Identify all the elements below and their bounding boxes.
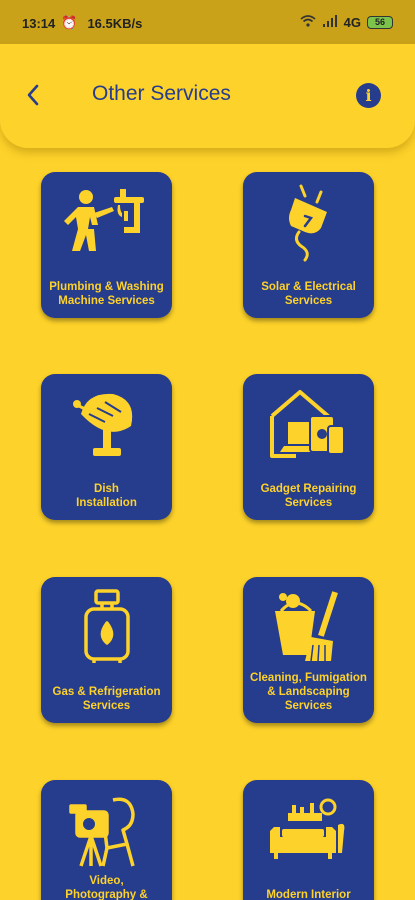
- service-card-solar-electrical[interactable]: Solar & Electrical Services: [243, 172, 374, 318]
- interior-sofa-icon: [243, 780, 374, 880]
- service-label: Dish Installation: [76, 483, 137, 509]
- service-label: Solar & Electrical Services: [261, 281, 356, 307]
- service-label: Video, Photography & Graphics Services: [65, 875, 148, 900]
- service-card-cleaning[interactable]: Cleaning, Fumigation & Landscaping Servi…: [243, 577, 374, 723]
- gadgets-icon: [243, 374, 374, 474]
- service-label: Plumbing & Washing Machine Services: [49, 281, 164, 307]
- services-grid: Plumbing & Washing Machine Services Sola…: [0, 0, 415, 900]
- service-label: Cleaning, Fumigation & Landscaping Servi…: [250, 672, 367, 712]
- cleaning-bucket-icon: [243, 577, 374, 677]
- gas-cylinder-icon: [41, 577, 172, 677]
- service-card-interior-design[interactable]: Modern Interior Design: [243, 780, 374, 900]
- service-card-gas-refrigeration[interactable]: Gas & Refrigeration Services: [41, 577, 172, 723]
- satellite-dish-icon: [41, 374, 172, 474]
- service-label: Gadget Repairing Services: [260, 483, 357, 509]
- service-card-dish-installation[interactable]: Dish Installation: [41, 374, 172, 520]
- service-label: Gas & Refrigeration Services: [52, 686, 161, 712]
- service-card-gadget-repairing[interactable]: Gadget Repairing Services: [243, 374, 374, 520]
- service-card-video-photography[interactable]: Video, Photography & Graphics Services: [41, 780, 172, 900]
- service-label: Modern Interior Design: [266, 889, 351, 900]
- electric-plug-icon: [243, 172, 374, 272]
- camera-operator-icon: [41, 780, 172, 880]
- service-card-plumbing[interactable]: Plumbing & Washing Machine Services: [41, 172, 172, 318]
- plumber-icon: [41, 172, 172, 272]
